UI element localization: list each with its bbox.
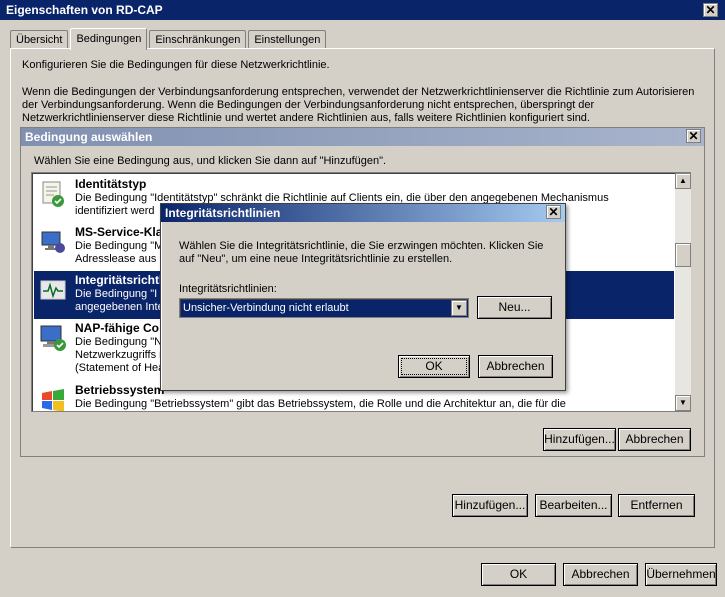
health-policy-close-button[interactable]: ✕: [546, 205, 561, 219]
chevron-down-icon[interactable]: ▼: [451, 300, 467, 316]
os-icon: [42, 389, 64, 411]
select-condition-close-button[interactable]: ✕: [686, 129, 701, 143]
health-policy-icon: [40, 280, 66, 300]
tab-settings[interactable]: Einstellungen: [248, 30, 327, 50]
select-condition-title: Bedingung auswählen: [25, 130, 153, 144]
window-close-button[interactable]: ✕: [703, 3, 718, 17]
nap-computer-icon: [40, 325, 66, 351]
select-condition-titlebar: Bedingung auswählen: [21, 128, 704, 146]
identity-type-icon: [42, 181, 64, 207]
health-policy-label: Integritätsrichtlinien:: [179, 283, 277, 295]
condition-add-button[interactable]: Hinzufügen...: [543, 428, 616, 451]
condition-title: Integritätsrichtli: [75, 273, 166, 287]
condition-cancel-button[interactable]: Abbrechen: [618, 428, 691, 451]
condition-title: Betriebssystem: [75, 383, 165, 397]
scroll-thumb[interactable]: [675, 243, 691, 267]
health-policy-cancel-button[interactable]: Abbrechen: [478, 355, 553, 378]
condition-title: NAP-fähige Co: [75, 321, 159, 335]
scroll-up-icon[interactable]: ▲: [675, 173, 691, 189]
health-policy-prompt: Wählen Sie die Integritätsrichtlinie, di…: [179, 240, 544, 265]
condition-list-scrollbar[interactable]: ▲ ▼: [675, 173, 691, 411]
tab-conditions[interactable]: Bedingungen: [70, 28, 148, 50]
conditions-add-button[interactable]: Hinzufügen...: [452, 494, 528, 517]
cancel-button[interactable]: Abbrechen: [563, 563, 638, 586]
select-condition-prompt: Wählen Sie eine Bedingung aus, und klick…: [34, 155, 387, 167]
tab-constraints[interactable]: Einschränkungen: [149, 30, 247, 50]
conditions-intro: Konfigurieren Sie die Bedingungen für di…: [22, 59, 330, 71]
window-titlebar: Eigenschaften von RD-CAP: [0, 0, 725, 20]
scroll-down-icon[interactable]: ▼: [675, 395, 691, 411]
condition-description: Die Bedingung "Betriebssystem" gibt das …: [75, 398, 566, 410]
tab-overview[interactable]: Übersicht: [10, 30, 69, 50]
condition-title: Identitätstyp: [75, 177, 147, 191]
health-policy-new-button[interactable]: Neu...: [477, 296, 552, 319]
health-policy-select[interactable]: Unsicher-Verbindung nicht erlaubt ▼: [179, 298, 469, 318]
health-policy-selected: Unsicher-Verbindung nicht erlaubt: [183, 302, 349, 314]
ok-button[interactable]: OK: [481, 563, 556, 586]
condition-title: MS-Service-Kla: [75, 225, 163, 239]
health-policy-ok-button[interactable]: OK: [398, 355, 470, 378]
tab-strip: Übersicht Bedingungen Einschränkungen Ei…: [10, 28, 328, 50]
health-policy-titlebar: Integritätsrichtlinien: [161, 204, 565, 222]
conditions-description: Wenn die Bedingungen der Verbindungsanfo…: [22, 86, 695, 124]
conditions-remove-button[interactable]: Entfernen: [618, 494, 695, 517]
apply-button[interactable]: Übernehmen: [645, 563, 717, 586]
conditions-edit-button[interactable]: Bearbeiten...: [535, 494, 612, 517]
window-title: Eigenschaften von RD-CAP: [6, 3, 163, 17]
ms-service-class-icon: [41, 231, 65, 253]
health-policy-title: Integritätsrichtlinien: [165, 206, 281, 220]
